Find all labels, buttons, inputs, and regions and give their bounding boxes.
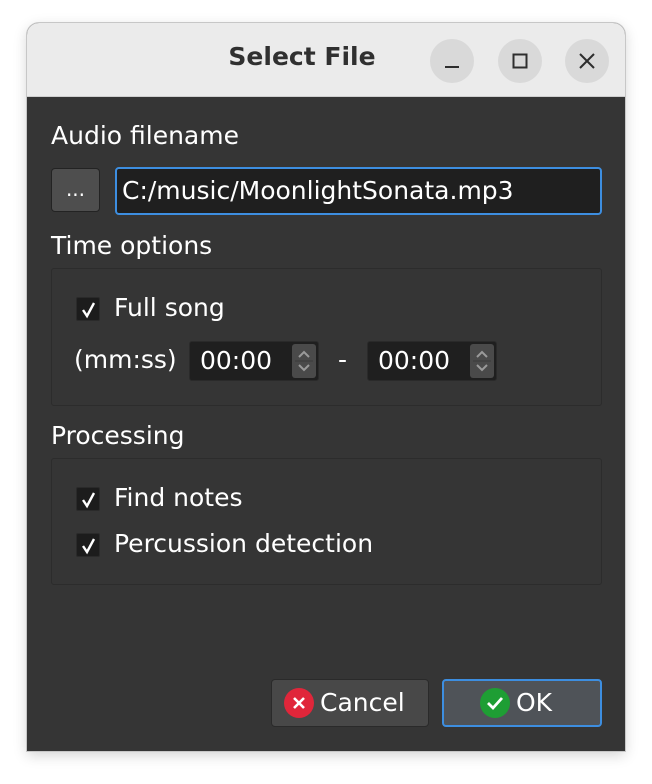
end-time-stepper[interactable] (470, 344, 494, 378)
time-separator: - (338, 345, 348, 374)
close-icon (579, 53, 595, 69)
chevron-up-icon[interactable] (298, 350, 310, 358)
close-button[interactable] (565, 39, 609, 83)
filename-input[interactable]: C:/music/MoonlightSonata.mp3 (115, 167, 602, 215)
ok-icon (480, 688, 510, 718)
chevron-up-icon[interactable] (476, 350, 488, 358)
maximize-button[interactable] (498, 39, 542, 83)
percussion-detection-label: Percussion detection (114, 529, 374, 558)
cancel-button[interactable]: Cancel (271, 679, 429, 727)
ok-button[interactable]: OK (442, 679, 602, 727)
time-options-label: Time options (51, 231, 213, 260)
find-notes-label: Find notes (114, 483, 243, 512)
time-format-label: (mm:ss) (74, 345, 177, 374)
start-time-spinbox[interactable]: 00:00 (189, 341, 319, 381)
title-bar: Select File (27, 23, 625, 97)
percussion-detection-checkbox[interactable] (76, 533, 100, 557)
chevron-down-icon[interactable] (298, 364, 310, 372)
audio-filename-label: Audio filename (51, 121, 239, 150)
start-time-stepper[interactable] (292, 344, 316, 378)
end-time-spinbox[interactable]: 00:00 (367, 341, 497, 381)
checkmark-icon (82, 538, 96, 555)
select-file-dialog: Select File Audio filename ... C:/music/… (27, 23, 625, 751)
checkmark-icon (82, 492, 96, 509)
browse-button[interactable]: ... (51, 168, 100, 212)
full-song-checkbox[interactable] (76, 297, 100, 321)
minimize-button[interactable] (430, 39, 474, 83)
processing-group (51, 458, 602, 585)
end-time-value: 00:00 (378, 346, 451, 375)
maximize-icon (512, 53, 528, 69)
processing-label: Processing (51, 421, 185, 450)
cancel-icon (284, 688, 314, 718)
ok-label: OK (516, 688, 553, 717)
start-time-value: 00:00 (200, 346, 273, 375)
full-song-label: Full song (114, 293, 225, 322)
find-notes-checkbox[interactable] (76, 487, 100, 511)
checkmark-icon (82, 302, 96, 319)
window-title: Select File (228, 42, 376, 71)
chevron-down-icon[interactable] (476, 364, 488, 372)
cancel-label: Cancel (320, 688, 405, 717)
time-options-group (51, 268, 602, 406)
minimize-icon (445, 66, 459, 68)
